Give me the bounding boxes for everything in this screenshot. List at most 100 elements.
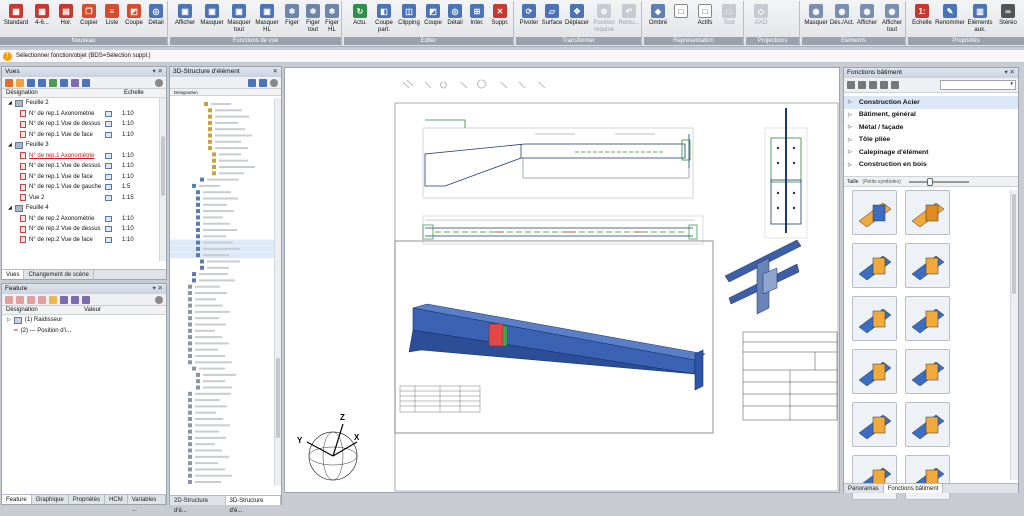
tree-node-icon[interactable] [188, 429, 192, 434]
tree-node-icon[interactable] [188, 297, 192, 302]
feature-close-icon[interactable]: ▾ ✕ [152, 284, 166, 294]
tree-node-icon[interactable] [200, 265, 204, 270]
feature-down-icon[interactable] [38, 295, 46, 304]
feature-edit-icon[interactable] [49, 295, 57, 304]
tree-node-icon[interactable] [192, 366, 196, 371]
detail-button[interactable]: ◎ Détail [145, 2, 167, 37]
tree-settings-icon[interactable] [270, 78, 278, 87]
view-type-icon[interactable] [105, 131, 112, 138]
view-row[interactable]: ◢ Feuille 3 [2, 140, 166, 151]
view-row[interactable]: N° de rep.1 Vue de face 1:10 [2, 130, 166, 141]
tree-node-icon[interactable] [196, 253, 200, 258]
view-row[interactable]: N° de rep.1 Axonométrie 1:10 [2, 151, 166, 162]
settings-gear-icon[interactable] [155, 78, 163, 87]
view-type-icon[interactable] [105, 184, 112, 191]
tab-graphique[interactable]: Graphique [32, 495, 69, 504]
tree-node-icon[interactable] [196, 228, 200, 232]
steel-connection-thumbnail[interactable] [905, 349, 950, 394]
tree-node-icon[interactable] [188, 316, 192, 321]
layout-icon[interactable] [71, 78, 79, 87]
4-6-button[interactable]: ▦ 4-6... [31, 2, 53, 37]
view-type-icon[interactable] [105, 121, 112, 128]
coupe-edit-button[interactable]: ◩ Coupe [422, 2, 444, 37]
tab-panoramas[interactable]: Panoramas [844, 484, 884, 493]
view-type-icon[interactable] [105, 152, 112, 159]
masquer-hl-button[interactable]: ▣ Masquer HL [253, 2, 281, 37]
steel-connection-thumbnail[interactable] [852, 349, 897, 394]
view-row[interactable]: N° de rep.2 Vue de dessus 1:10 [2, 224, 166, 235]
standard-button[interactable]: ▦ Standard [2, 2, 30, 37]
tab-proprietes[interactable]: Propriétés [69, 495, 106, 504]
drawing-viewport[interactable]: Z Y X [284, 67, 840, 493]
pivoter-button[interactable]: ⟳ Pivoter [518, 2, 540, 37]
feature-row[interactable]: ▷ (1) Raidisseur [2, 315, 166, 326]
feature-settings-icon[interactable] [155, 295, 163, 304]
tree-close-icon[interactable]: ✕ [273, 67, 281, 77]
tree-node-icon[interactable] [208, 146, 212, 151]
library-search-input[interactable]: ▾ [940, 80, 1016, 90]
library-home-icon[interactable] [847, 81, 855, 89]
tree-node-icon[interactable] [200, 259, 204, 264]
tree-node-icon[interactable] [196, 379, 200, 384]
view-row[interactable]: N° de rep.1 Vue de face 1:10 [2, 172, 166, 183]
print-icon[interactable] [38, 78, 46, 87]
tab-feature[interactable]: Feature [2, 495, 32, 504]
tree-node-icon[interactable] [188, 410, 192, 415]
retour-button[interactable]: ↶ Retou... [618, 2, 640, 37]
steel-connection-thumbnail[interactable] [852, 243, 897, 288]
expand-icon[interactable]: ◢ [8, 142, 12, 148]
tree-node-icon[interactable] [204, 102, 208, 106]
panel-close-icon[interactable]: ▾ ✕ [152, 67, 166, 77]
tree-node-icon[interactable] [188, 442, 192, 447]
tree-node-icon[interactable] [188, 341, 192, 346]
tab-hcm[interactable]: HCM [105, 495, 128, 504]
tree-node-icon[interactable] [192, 272, 196, 277]
tree-node-icon[interactable] [208, 139, 212, 144]
tree-node-icon[interactable] [196, 209, 200, 214]
view-type-icon[interactable] [105, 173, 112, 180]
axis-gizmo[interactable]: Z Y X [297, 413, 360, 481]
feature-row[interactable]: ━ (2) --- Position d'i... [2, 326, 166, 337]
tree-node-icon[interactable] [196, 240, 200, 245]
actu-button[interactable]: ↻ Actu. [348, 2, 372, 37]
surface-button[interactable]: ▱ Surface [540, 2, 564, 37]
stereo-button[interactable]: ∞ Stéréo [995, 2, 1021, 37]
hor-button[interactable]: ▤ Hor. [55, 2, 77, 37]
library-view-icon[interactable] [891, 81, 899, 89]
afficher-elements-button[interactable]: ◉ Afficher [855, 2, 879, 37]
tree-node-icon[interactable] [188, 284, 192, 289]
tree-node-icon[interactable] [188, 461, 192, 466]
suppr-button[interactable]: ✕ Suppr. [489, 2, 511, 37]
tree-node-icon[interactable] [188, 360, 192, 365]
axo-button[interactable]: ◇ AXO [750, 2, 772, 37]
coupe-part-button[interactable]: ◧ Coupe part. [372, 2, 396, 37]
feature-remove-icon[interactable] [16, 295, 24, 304]
library-tole-pliee[interactable]: ▷ Tôle pliée [844, 134, 1018, 147]
tree-node-icon[interactable] [196, 234, 200, 239]
tree-node-icon[interactable] [192, 183, 196, 188]
copier-button[interactable]: ❐ Copier [78, 2, 100, 37]
feature-flag3-icon[interactable] [82, 295, 90, 304]
liste-button[interactable]: ≡ Liste [101, 2, 123, 37]
tree-node-icon[interactable] [188, 473, 192, 478]
tree-node-icon[interactable] [208, 133, 212, 138]
tree-node-icon[interactable] [196, 246, 200, 251]
library-construction-bois[interactable]: ▷ Construction en bois [844, 159, 1018, 172]
view-row[interactable]: ◢ Feuille 2 [2, 98, 166, 109]
feature-flag-icon[interactable] [60, 295, 68, 304]
right-close-icon[interactable]: ▾ ✕ [1004, 68, 1018, 78]
tree-node-icon[interactable] [188, 454, 192, 459]
tree-node-icon[interactable] [188, 328, 192, 333]
tree-node-icon[interactable] [196, 221, 200, 226]
vues-scrollbar[interactable] [159, 98, 166, 261]
view-type-icon[interactable] [105, 194, 112, 201]
tab-variables[interactable]: Variables ... [128, 495, 166, 513]
tree-node-icon[interactable] [212, 171, 216, 176]
tree-node-icon[interactable] [196, 196, 200, 201]
inter-button[interactable]: ⊞ Inter. [466, 2, 488, 37]
view-type-icon[interactable] [105, 215, 112, 222]
tree-node-icon[interactable] [188, 404, 192, 409]
tree-node-icon[interactable] [212, 158, 216, 163]
table-icon[interactable] [82, 78, 90, 87]
export-icon[interactable] [49, 78, 57, 87]
